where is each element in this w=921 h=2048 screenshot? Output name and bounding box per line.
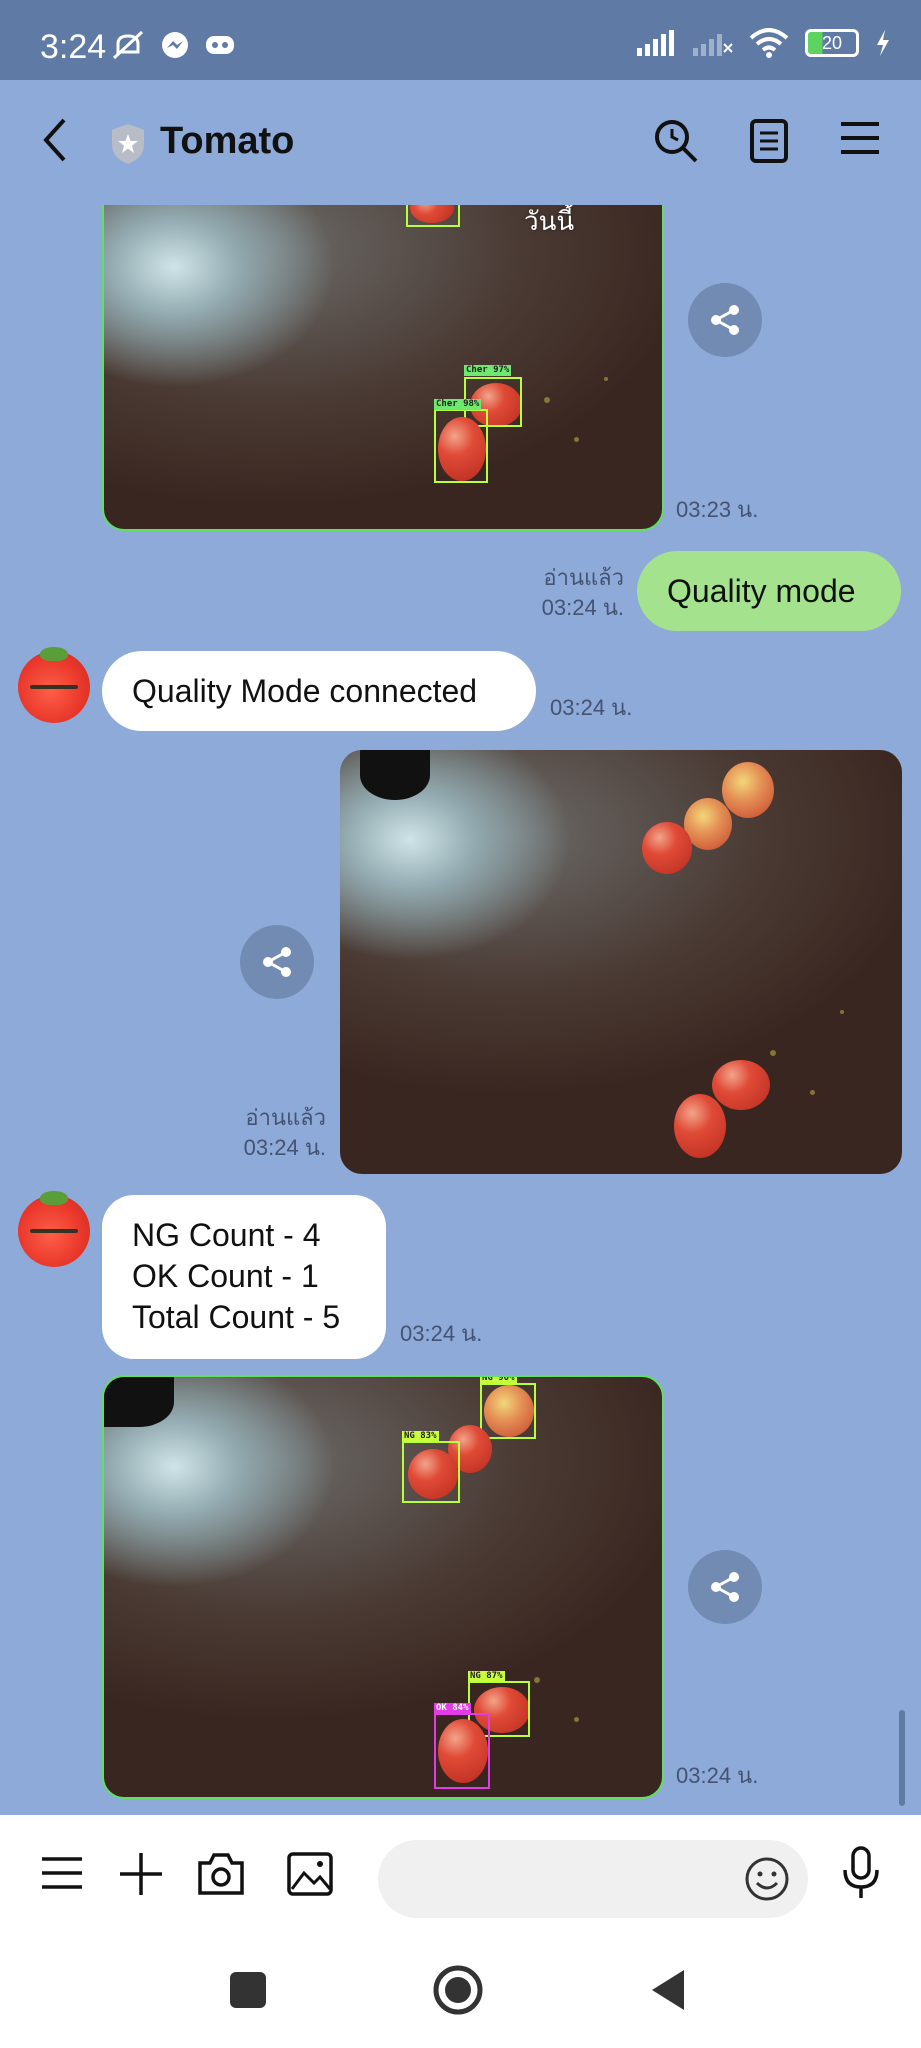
total-count: Total Count - 5 xyxy=(132,1299,341,1335)
charging-icon xyxy=(877,30,889,56)
emoji-icon[interactable] xyxy=(744,1856,790,1902)
discord-icon xyxy=(206,36,234,54)
share-icon xyxy=(711,305,739,335)
back-button[interactable] xyxy=(40,116,70,168)
sent-message[interactable]: Quality mode xyxy=(637,551,901,631)
sent-photo[interactable] xyxy=(340,750,902,1174)
share-button[interactable] xyxy=(688,283,762,357)
detection-label: NG 83% xyxy=(402,1431,439,1442)
detection-label: OK 84% xyxy=(434,1703,471,1714)
messenger-icon xyxy=(162,32,188,58)
received-photo[interactable]: วันนี้ Cher 97% Cher 98% xyxy=(102,205,664,531)
scrollbar[interactable] xyxy=(899,1710,905,1806)
wifi-icon xyxy=(749,28,789,58)
message-time: 03:24 น. xyxy=(676,1763,759,1788)
read-status: อ่านแล้ว xyxy=(543,565,624,590)
chat-area[interactable]: วันนี้ Cher 97% Cher 98% 03:23 น. อ่านแล… xyxy=(0,205,921,1815)
message-text: Quality Mode connected xyxy=(132,673,478,709)
menu-icon[interactable] xyxy=(839,118,881,158)
back-triangle-icon[interactable] xyxy=(648,1968,688,2012)
message-input[interactable] xyxy=(378,1840,808,1918)
read-status: อ่านแล้ว xyxy=(245,1105,326,1130)
back-icon xyxy=(43,118,66,162)
ng-count: NG Count - 4 xyxy=(132,1217,321,1253)
square-icon[interactable] xyxy=(228,1970,268,2010)
input-bar xyxy=(0,1815,921,1940)
message-time: 03:24 น. xyxy=(541,595,624,620)
received-photo[interactable]: NG 90% NG 83% NG 87% OK 84% xyxy=(102,1375,664,1799)
message-text: Quality mode xyxy=(667,573,856,609)
chat-header: Tomato xyxy=(0,80,921,205)
received-message[interactable]: Quality Mode connected xyxy=(102,651,536,731)
mute-icon xyxy=(112,30,144,60)
detection-label: Cher 98% xyxy=(434,399,482,410)
share-icon xyxy=(263,947,291,977)
share-button[interactable] xyxy=(240,925,314,999)
message-time: 03:24 น. xyxy=(400,1321,483,1346)
notes-icon[interactable] xyxy=(749,118,789,164)
chat-title: Tomato xyxy=(160,120,295,162)
signal-off-icon xyxy=(693,34,733,56)
share-button[interactable] xyxy=(688,1550,762,1624)
plus-icon[interactable] xyxy=(118,1851,164,1897)
home-icon[interactable] xyxy=(432,1964,484,2016)
system-nav-bar xyxy=(0,1940,921,2048)
message-time: 03:23 น. xyxy=(676,497,759,522)
read-receipt: อ่านแล้ว 03:24 น. xyxy=(222,1103,326,1163)
message-time: 03:24 น. xyxy=(243,1135,326,1160)
message-time: 03:24 น. xyxy=(550,695,633,720)
mic-icon[interactable] xyxy=(840,1845,882,1901)
detection-label: Cher 97% xyxy=(464,365,512,376)
ok-count: OK Count - 1 xyxy=(132,1258,319,1294)
detection-label: NG 87% xyxy=(468,1671,505,1682)
battery-icon: 20 xyxy=(805,29,859,57)
image-icon[interactable] xyxy=(286,1851,334,1897)
share-icon xyxy=(711,1572,739,1602)
status-bar: 3:24 20 xyxy=(0,0,921,80)
date-chip: วันนี้ xyxy=(524,207,575,237)
received-message[interactable]: NG Count - 4 OK Count - 1 Total Count - … xyxy=(102,1195,386,1359)
camera-icon[interactable] xyxy=(196,1851,246,1897)
avatar[interactable] xyxy=(18,647,90,723)
shield-icon xyxy=(112,124,144,164)
menu-icon[interactable] xyxy=(40,1851,84,1895)
status-time: 3:24 xyxy=(40,28,107,66)
read-receipt: อ่านแล้ว 03:24 น. xyxy=(520,563,624,623)
avatar[interactable] xyxy=(18,1191,90,1267)
search-icon[interactable] xyxy=(653,118,699,164)
detection-label: NG 90% xyxy=(480,1375,517,1384)
signal-icon xyxy=(637,30,674,56)
